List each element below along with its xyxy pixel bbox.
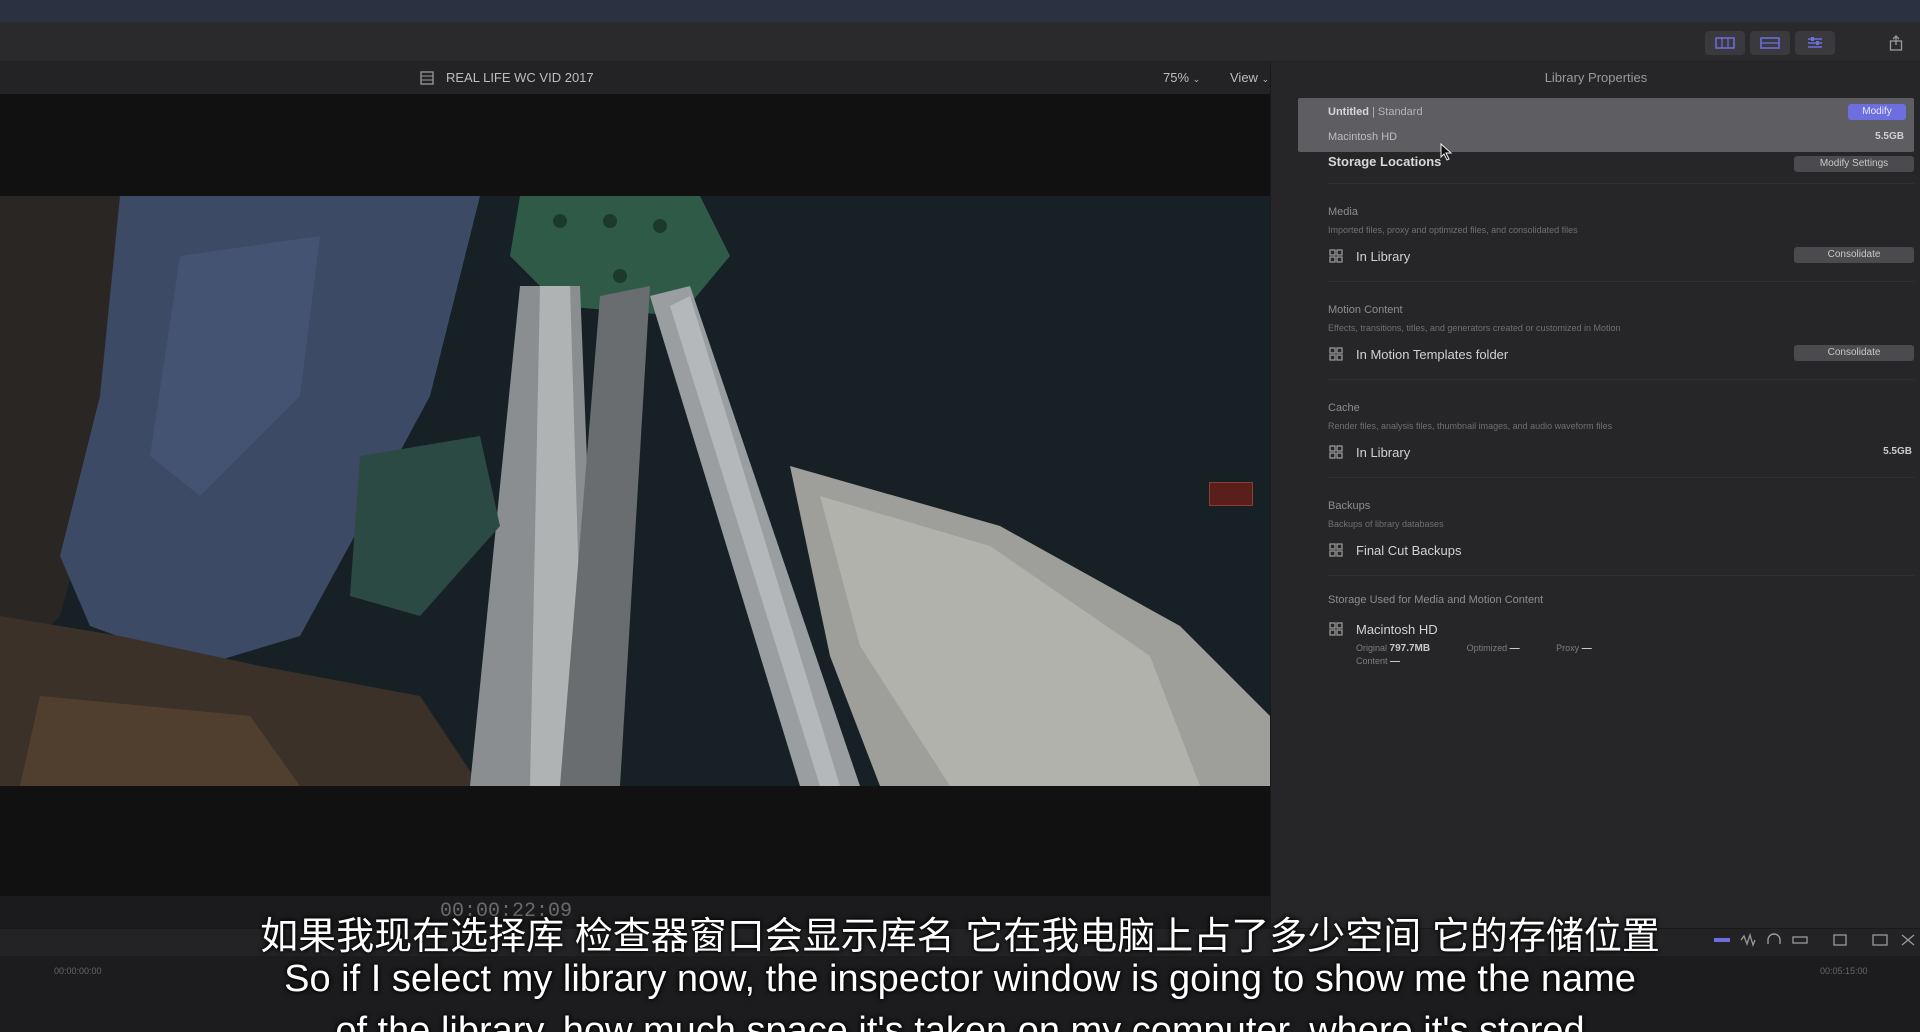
library-type: | Standard bbox=[1372, 106, 1423, 118]
cache-heading: Cache bbox=[1328, 402, 1360, 414]
viewer bbox=[0, 94, 1270, 896]
range-marker[interactable] bbox=[1209, 482, 1253, 506]
chevron-down-icon: ⌄ bbox=[1192, 74, 1201, 84]
subtitle-chinese: 如果我现在选择库 检查器窗口会显示库名 它在我电脑上占了多少空间 它的存储位置 bbox=[260, 916, 1660, 958]
optimized-label: Optimized bbox=[1466, 643, 1508, 653]
browser-toggle-button[interactable] bbox=[1705, 31, 1745, 55]
backups-description: Backups of library databases bbox=[1328, 519, 1444, 529]
motion-location: In Motion Templates folder bbox=[1356, 346, 1509, 362]
timeline-layout-icon bbox=[1760, 37, 1780, 49]
cache-section: Cache Render files, analysis files, thum… bbox=[1328, 386, 1914, 478]
filmstrip-icon bbox=[420, 70, 434, 85]
viewer-header: REAL LIFE WC VID 2017 75% ⌄ View ⌄ bbox=[0, 62, 1270, 94]
usage-disk-row: Macintosh HD bbox=[1328, 618, 1914, 640]
zoom-value: 75% bbox=[1163, 70, 1190, 85]
modify-button[interactable]: Modify bbox=[1848, 104, 1906, 120]
proxy-label: Proxy bbox=[1556, 643, 1580, 653]
share-button[interactable] bbox=[1884, 31, 1908, 55]
content-label: Content bbox=[1356, 656, 1388, 666]
library-name: Untitled bbox=[1328, 106, 1369, 118]
cache-location: In Library bbox=[1356, 444, 1411, 460]
chevron-down-icon: ⌄ bbox=[1261, 74, 1270, 84]
library-name-line: Untitled | Standard bbox=[1328, 106, 1423, 118]
subtitle-english: So if I select my library now, the inspe… bbox=[284, 958, 1636, 1000]
original-value: 797.7MB bbox=[1389, 643, 1431, 654]
cache-location-row: In Library 5.5GB bbox=[1328, 441, 1914, 463]
library-icon bbox=[1329, 249, 1343, 263]
media-location-row: In Library Consolidate bbox=[1328, 245, 1914, 267]
content-value: — bbox=[1390, 656, 1401, 667]
usage-optimized: Optimized — bbox=[1467, 642, 1520, 655]
backups-section: Backups Backups of library databases Fin… bbox=[1328, 484, 1914, 576]
menu-strip bbox=[0, 0, 1920, 22]
modify-settings-button[interactable]: Modify Settings bbox=[1794, 156, 1914, 172]
cache-size: 5.5GB bbox=[1883, 446, 1912, 457]
original-label: Original bbox=[1356, 643, 1388, 653]
timeline-toggle-button[interactable] bbox=[1750, 31, 1790, 55]
clip-name: REAL LIFE WC VID 2017 bbox=[446, 70, 594, 85]
browser-layout-icon bbox=[1715, 37, 1735, 49]
usage-proxy: Proxy — bbox=[1556, 642, 1592, 655]
view-dropdown[interactable]: View ⌄ bbox=[1230, 70, 1269, 85]
storage-locations-section: Storage Locations Modify Settings bbox=[1328, 144, 1914, 184]
library-icon bbox=[1329, 347, 1343, 361]
motion-content-section: Motion Content Effects, transitions, tit… bbox=[1328, 288, 1914, 380]
usage-heading: Storage Used for Media and Motion Conten… bbox=[1328, 594, 1544, 606]
library-icon bbox=[1329, 445, 1343, 459]
library-icon bbox=[1329, 622, 1343, 636]
media-consolidate-button[interactable]: Consolidate bbox=[1794, 247, 1914, 263]
motion-consolidate-button[interactable]: Consolidate bbox=[1794, 345, 1914, 361]
media-description: Imported files, proxy and optimized file… bbox=[1328, 225, 1578, 235]
video-frame-image bbox=[0, 196, 1270, 786]
usage-content: Content — bbox=[1356, 655, 1400, 668]
optimized-value: — bbox=[1509, 643, 1520, 654]
share-icon bbox=[1889, 35, 1903, 51]
media-location: In Library bbox=[1356, 248, 1411, 264]
video-frame[interactable] bbox=[0, 196, 1270, 786]
inspector-sliders-icon bbox=[1808, 37, 1822, 48]
toolbar bbox=[0, 22, 1920, 62]
inspector-toggle-button[interactable] bbox=[1795, 31, 1835, 55]
library-disk: Macintosh HD bbox=[1328, 131, 1398, 143]
usage-stats: Original 797.7MB Optimized — Proxy — Con… bbox=[1356, 642, 1914, 668]
cache-description: Render files, analysis files, thumbnail … bbox=[1328, 421, 1613, 431]
media-section: Media Imported files, proxy and optimize… bbox=[1328, 190, 1914, 282]
storage-used-section: Storage Used for Media and Motion Conten… bbox=[1328, 582, 1914, 672]
library-size: 5.5GB bbox=[1875, 131, 1904, 142]
clip-title: REAL LIFE WC VID 2017 bbox=[420, 70, 594, 85]
backups-heading: Backups bbox=[1328, 500, 1371, 512]
usage-original: Original 797.7MB bbox=[1356, 642, 1430, 655]
view-label: View bbox=[1230, 70, 1258, 85]
backups-location-row[interactable]: Final Cut Backups bbox=[1328, 539, 1914, 561]
backups-location: Final Cut Backups bbox=[1356, 542, 1462, 558]
final-cut-window: REAL LIFE WC VID 2017 75% ⌄ View ⌄ 00:00… bbox=[0, 0, 1920, 1032]
storage-locations-title: Storage Locations bbox=[1328, 154, 1442, 169]
library-icon bbox=[1329, 543, 1343, 557]
inspector-header: Library Properties bbox=[1544, 70, 1648, 85]
zoom-dropdown[interactable]: 75% ⌄ bbox=[1163, 70, 1200, 85]
inspector-panel: Library Properties Untitled | Standard M… bbox=[1270, 62, 1920, 928]
motion-description: Effects, transitions, titles, and genera… bbox=[1328, 323, 1621, 333]
media-heading: Media bbox=[1328, 206, 1358, 218]
motion-heading: Motion Content bbox=[1328, 304, 1403, 316]
subtitle-english-line-2: of the library, how much space it's take… bbox=[335, 1010, 1585, 1032]
proxy-value: — bbox=[1581, 643, 1592, 654]
usage-disk: Macintosh HD bbox=[1356, 621, 1438, 637]
motion-location-row: In Motion Templates folder Consolidate bbox=[1328, 343, 1914, 365]
